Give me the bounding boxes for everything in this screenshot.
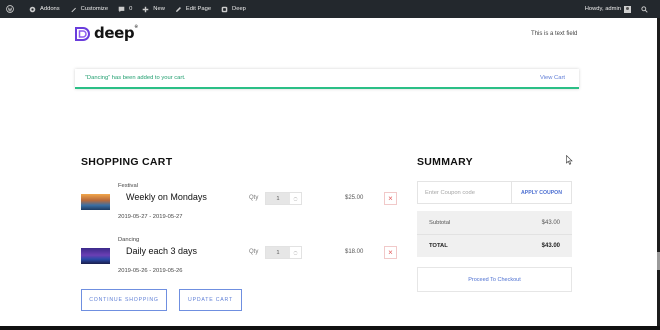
item-thumbnail[interactable] <box>81 194 110 210</box>
customize-label: Customize <box>80 6 109 12</box>
howdy-label: Howdy, admin <box>584 6 621 12</box>
admin-bar: Addons Customize 0 New Edit Page Deep Ho… <box>0 0 660 18</box>
wordpress-menu[interactable] <box>0 0 24 18</box>
edit-page-label: Edit Page <box>185 6 212 12</box>
logo-text: deep® <box>94 24 138 42</box>
customize-menu[interactable]: Customize <box>65 0 113 18</box>
coupon-input[interactable]: Enter Coupon code <box>425 190 475 196</box>
site-logo[interactable]: deep® <box>75 24 138 42</box>
coupon-form: Enter Coupon code APPLY COUPON <box>417 181 572 204</box>
item-category: Dancing <box>118 237 140 243</box>
adminbar-search[interactable] <box>636 0 660 18</box>
item-title[interactable]: Daily each 3 days <box>126 246 197 256</box>
apply-coupon-button[interactable]: APPLY COUPON <box>511 182 571 203</box>
quantity-stepper[interactable]: 1 ︿ ﹀ <box>265 246 302 259</box>
mouse-cursor-icon <box>566 155 573 165</box>
logo-wordmark: deep <box>94 24 135 42</box>
addons-label: Addons <box>40 6 60 12</box>
item-thumbnail[interactable] <box>81 248 110 264</box>
avatar <box>624 5 631 13</box>
new-label: New <box>153 6 165 12</box>
deep-logo-icon <box>75 27 90 41</box>
total-value: $43.00 <box>541 242 560 249</box>
cart-item: Festival Weekly on Mondays 2019-05-27 - … <box>81 183 401 229</box>
new-menu[interactable]: New <box>137 0 170 18</box>
cart-totals: Subtotal $43.00 TOTAL $43.00 <box>417 211 572 257</box>
addons-icon <box>29 6 36 12</box>
total-label: TOTAL <box>429 242 448 249</box>
quantity-input[interactable]: 1 <box>266 193 290 204</box>
cart-notice: “Dancing” has been added to your cart. V… <box>75 69 579 89</box>
logo-registered-mark: ® <box>134 24 138 29</box>
account-menu[interactable]: Howdy, admin <box>580 0 636 18</box>
summary-heading: SUMMARY <box>417 156 473 168</box>
qty-label: Qty <box>249 195 259 201</box>
close-icon: × <box>388 194 393 203</box>
item-price: $18.00 <box>345 249 364 255</box>
deep-menu[interactable]: Deep <box>216 0 251 18</box>
addons-menu[interactable]: Addons <box>24 0 65 18</box>
quantity-stepper[interactable]: 1 ︿ ﹀ <box>265 192 302 205</box>
remove-item-button[interactable]: × <box>384 192 397 205</box>
subtotal-value: $43.00 <box>541 220 560 226</box>
edit-page-menu[interactable]: Edit Page <box>170 0 216 18</box>
window-bottom-edge <box>0 326 660 330</box>
cart-item: Dancing Daily each 3 days 2019-05-26 - 2… <box>81 237 401 283</box>
total-row: TOTAL $43.00 <box>417 234 572 256</box>
search-icon <box>641 5 648 13</box>
pencil-icon <box>175 6 181 12</box>
deep-label: Deep <box>232 6 246 12</box>
subtotal-row: Subtotal $43.00 <box>417 212 572 234</box>
deep-icon <box>221 6 228 12</box>
item-dates: 2019-05-26 - 2019-05-26 <box>118 268 183 274</box>
plus-icon <box>142 6 149 12</box>
notice-message: “Dancing” has been added to your cart. <box>85 75 186 81</box>
subtotal-label: Subtotal <box>429 220 451 226</box>
item-category: Festival <box>118 183 138 189</box>
chevron-down-icon[interactable]: ﹀ <box>294 199 298 204</box>
item-title[interactable]: Weekly on Mondays <box>126 192 207 202</box>
proceed-to-checkout-button[interactable]: Proceed To Checkout <box>417 267 572 292</box>
item-dates: 2019-05-27 - 2019-05-27 <box>118 214 183 220</box>
wordpress-icon <box>6 5 14 13</box>
update-cart-button[interactable]: UPDATE CART <box>179 289 242 311</box>
comments-count: 0 <box>129 6 133 12</box>
quantity-input[interactable]: 1 <box>266 247 290 258</box>
continue-shopping-button[interactable]: CONTINUE SHOPPING <box>81 289 167 311</box>
view-cart-link[interactable]: View Cart <box>540 75 565 81</box>
comments-menu[interactable]: 0 <box>113 0 137 18</box>
quantity-arrows[interactable]: ︿ ﹀ <box>290 193 301 204</box>
brush-icon <box>71 7 76 12</box>
chevron-down-icon[interactable]: ﹀ <box>294 253 298 258</box>
header-text-field: This is a text field <box>531 31 578 37</box>
quantity-arrows[interactable]: ︿ ﹀ <box>290 247 301 258</box>
item-price: $25.00 <box>345 195 364 201</box>
qty-label: Qty <box>249 249 259 255</box>
comment-icon <box>118 6 125 12</box>
close-icon: × <box>388 248 393 257</box>
cart-heading: SHOPPING CART <box>81 156 173 168</box>
remove-item-button[interactable]: × <box>384 246 397 259</box>
